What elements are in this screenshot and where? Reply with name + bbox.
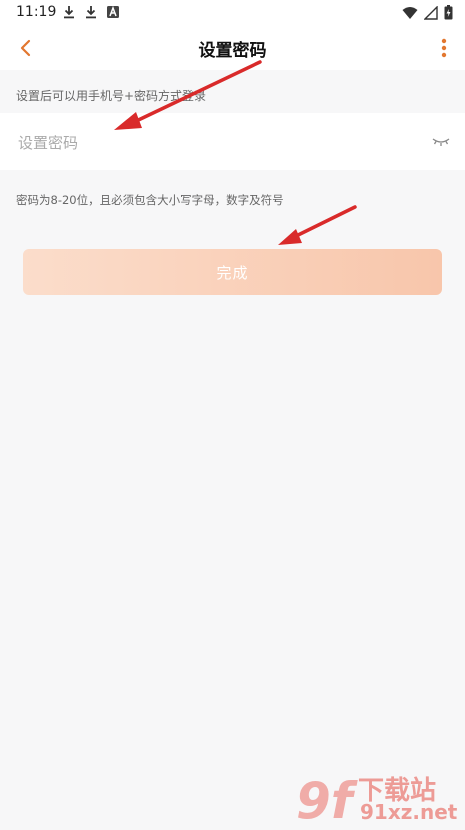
page-title: 设置密码	[198, 41, 267, 61]
more-vertical-icon[interactable]	[441, 38, 447, 58]
done-button[interactable]: 完成	[23, 249, 442, 295]
watermark-logo: 9f	[296, 772, 353, 830]
watermark-url: 91xz.net	[360, 800, 458, 824]
battery-icon	[444, 5, 453, 20]
a-icon	[107, 5, 119, 18]
download-icon	[86, 6, 96, 19]
nav-bar: 设置密码	[0, 26, 465, 70]
password-row	[0, 113, 465, 172]
watermark: 9f 下载站 91xz.net	[296, 768, 464, 830]
wifi-icon	[402, 6, 418, 19]
eye-closed-icon[interactable]	[431, 133, 451, 149]
password-input[interactable]	[16, 113, 410, 172]
status-icons-right	[402, 5, 453, 20]
status-icons-left	[62, 5, 120, 19]
download-icon	[64, 6, 74, 19]
password-rule-text: 密码为8-20位，且必须包含大小写字母，数字及符号	[16, 193, 284, 207]
status-time: 11:19	[16, 4, 57, 20]
login-hint-text: 设置后可以用手机号+密码方式登录	[16, 89, 207, 103]
signal-icon	[424, 5, 438, 20]
arrow-to-done-button	[278, 205, 357, 245]
status-bar: 11:19	[0, 0, 465, 26]
